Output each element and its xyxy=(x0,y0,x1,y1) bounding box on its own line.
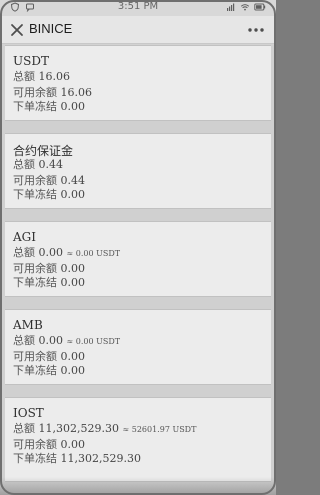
asset-card-agi: AGI 总额 0.00 ≈ 0.00 USDT 可用余额 0.00 下单冻结 0… xyxy=(5,221,271,297)
asset-title: USDT xyxy=(13,54,49,68)
asset-total-value: 11,302,529.30 xyxy=(38,422,119,435)
asset-frozen-value: 0.00 xyxy=(60,188,86,201)
asset-total-value: 16.06 xyxy=(38,70,71,83)
asset-total-value: 0.00 xyxy=(38,246,64,259)
asset-frozen-row: 下单冻结 0.00 xyxy=(13,362,85,378)
asset-total-suffix: ≈ 0.00 USDT xyxy=(66,337,121,346)
asset-total-row: 总额 11,302,529.30 ≈ 52601.97 USDT xyxy=(13,420,196,436)
asset-total-label: 总额 xyxy=(13,158,35,171)
asset-title: AGI xyxy=(13,230,36,244)
asset-frozen-value: 0.00 xyxy=(60,364,86,377)
asset-total-row: 总额 0.00 ≈ 0.00 USDT xyxy=(13,244,120,260)
asset-frozen-label: 下单冻结 xyxy=(13,452,57,465)
signal-icon xyxy=(227,3,235,11)
asset-total-row: 总额 16.06 xyxy=(13,68,70,84)
asset-frozen-value: 0.00 xyxy=(60,100,86,113)
asset-total-label: 总额 xyxy=(13,334,35,347)
page-title: BINICE xyxy=(29,21,73,36)
asset-list: USDT 总额 16.06 可用余额 16.06 下单冻结 0.00 合约保证金… xyxy=(0,45,276,495)
asset-title: IOST xyxy=(13,406,44,420)
asset-card-amb: AMB 总额 0.00 ≈ 0.00 USDT 可用余额 0.00 下单冻结 0… xyxy=(5,309,271,385)
asset-card-iost: IOST 总额 11,302,529.30 ≈ 52601.97 USDT 可用… xyxy=(5,397,271,482)
status-bar: 3:51 PM xyxy=(0,0,276,16)
asset-frozen-row: 下单冻结 11,302,529.30 xyxy=(13,450,141,466)
asset-total-suffix: ≈ 0.00 USDT xyxy=(66,249,121,258)
more-icon[interactable] xyxy=(243,22,269,38)
asset-frozen-label: 下单冻结 xyxy=(13,276,57,289)
asset-card-usdt: USDT 总额 16.06 可用余额 16.06 下单冻结 0.00 xyxy=(5,45,271,121)
battery-icon xyxy=(254,3,266,11)
asset-frozen-value: 11,302,529.30 xyxy=(60,452,141,465)
asset-total-suffix: ≈ 52601.97 USDT xyxy=(122,425,197,434)
asset-frozen-label: 下单冻结 xyxy=(13,364,57,377)
asset-total-row: 总额 0.44 xyxy=(13,156,63,172)
asset-frozen-label: 下单冻结 xyxy=(13,100,57,113)
asset-frozen-row: 下单冻结 0.00 xyxy=(13,186,85,202)
asset-frozen-row: 下单冻结 0.00 xyxy=(13,98,85,114)
asset-frozen-label: 下单冻结 xyxy=(13,188,57,201)
asset-card-margin: 合约保证金 总额 0.44 可用余额 0.44 下单冻结 0.00 xyxy=(5,133,271,209)
wifi-icon xyxy=(240,4,250,11)
asset-frozen-row: 下单冻结 0.00 xyxy=(13,274,85,290)
asset-total-row: 总额 0.00 ≈ 0.00 USDT xyxy=(13,332,120,348)
phone-screen: 3:51 PM BINICE USDT 总额 16.06 可用余额 16.06 … xyxy=(0,0,276,495)
asset-title: AMB xyxy=(13,318,43,332)
status-right-icons xyxy=(226,2,266,12)
app-header: BINICE xyxy=(0,16,276,44)
asset-total-label: 总额 xyxy=(13,422,35,435)
asset-total-label: 总额 xyxy=(13,246,35,259)
asset-frozen-value: 0.00 xyxy=(60,276,86,289)
asset-total-value: 0.44 xyxy=(38,158,64,171)
screen-footer-fade xyxy=(0,477,276,495)
asset-total-label: 总额 xyxy=(13,70,35,83)
asset-total-value: 0.00 xyxy=(38,334,64,347)
close-icon[interactable] xyxy=(8,21,26,39)
